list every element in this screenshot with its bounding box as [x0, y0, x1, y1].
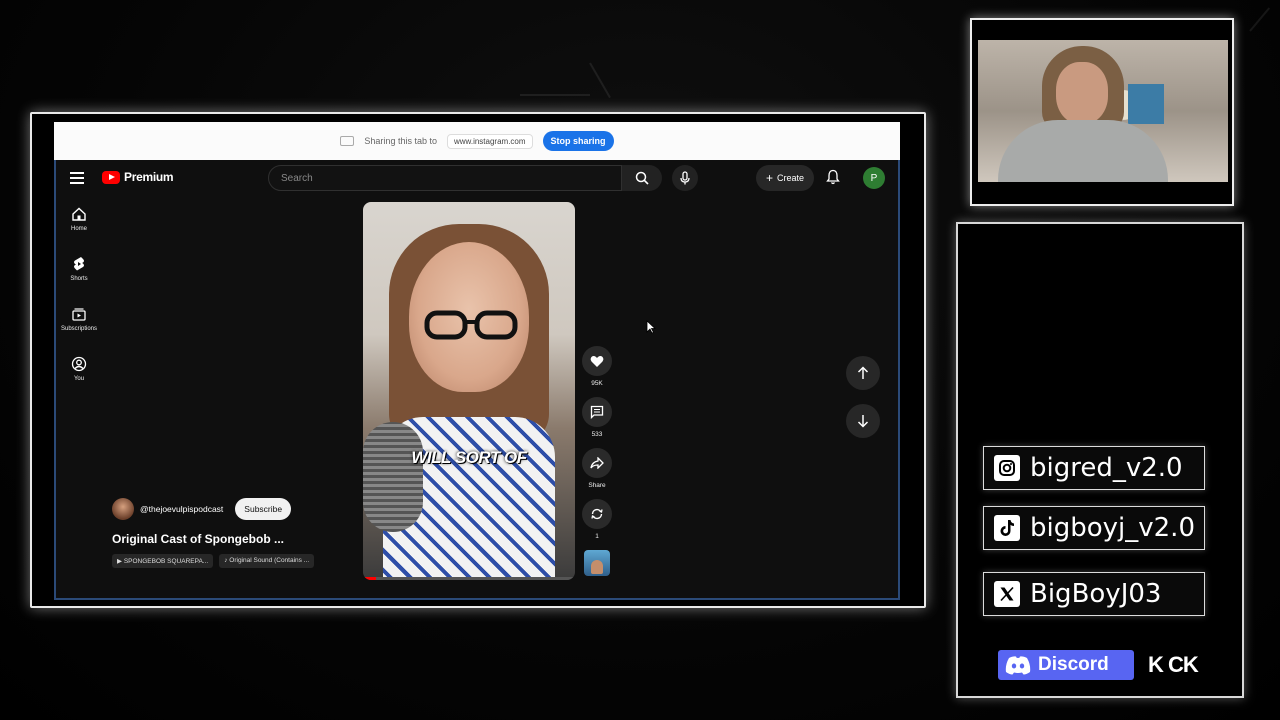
- sidebar-item-subscriptions[interactable]: Subscriptions: [56, 306, 102, 356]
- like-button[interactable]: [582, 346, 612, 376]
- sidebar-item-home[interactable]: Home: [56, 206, 102, 256]
- youtube-logo[interactable]: Premium: [102, 170, 174, 184]
- video-chips: ▶ SPONGEBOB SQUAREPA... ♪ Original Sound…: [112, 554, 315, 568]
- comment-icon: [590, 405, 604, 419]
- tiktok-icon: [994, 515, 1020, 541]
- comment-count: 533: [591, 431, 603, 438]
- account-avatar[interactable]: P: [863, 167, 885, 189]
- sidebar-item-shorts[interactable]: Shorts: [56, 256, 102, 306]
- arrow-down-icon: [857, 415, 869, 428]
- stop-sharing-button[interactable]: Stop sharing: [542, 131, 614, 151]
- create-label: Create: [777, 173, 805, 183]
- sound-thumbnail[interactable]: [584, 550, 610, 576]
- discord-icon: [1005, 656, 1031, 675]
- share-label: Share: [588, 482, 606, 489]
- instagram-handle-box: bigred_v2.0: [983, 446, 1205, 490]
- search-input[interactable]: Search: [268, 165, 622, 191]
- shorts-video-player[interactable]: WILL SORT OF: [363, 202, 575, 580]
- discord-label: Discord: [1038, 654, 1109, 675]
- search-icon: [635, 171, 649, 185]
- sidebar-item-you[interactable]: You: [56, 356, 102, 406]
- sidebar-item-label: Home: [70, 226, 87, 232]
- screen-share-icon: [340, 136, 355, 146]
- hamburger-menu-icon[interactable]: [70, 172, 84, 184]
- remix-count: 1: [595, 533, 599, 540]
- decor-line: [589, 62, 611, 99]
- sidebar-item-label: Shorts: [70, 276, 88, 282]
- tab-sharing-bar: Sharing this tab to www.instagram.com St…: [54, 122, 900, 160]
- masthead: Premium Search + Create P: [56, 160, 898, 196]
- arrow-up-icon: [857, 366, 869, 379]
- sidebar-item-label: You: [73, 376, 85, 382]
- share-button[interactable]: [582, 448, 612, 478]
- plus-icon: +: [766, 171, 774, 185]
- decor-line: [1249, 7, 1271, 32]
- next-short-button[interactable]: [846, 404, 880, 438]
- sharing-url: www.instagram.com: [446, 133, 533, 149]
- bell-icon: [826, 169, 840, 185]
- webcam-frame: [970, 18, 1234, 206]
- search-placeholder: Search: [281, 172, 313, 184]
- channel-name[interactable]: @thejoevulpispodcast: [140, 504, 223, 514]
- webcam-screen: [1128, 84, 1164, 124]
- playlist-chip-label: SPONGEBOB SQUAREPA...: [123, 558, 209, 565]
- instagram-handle: bigred_v2.0: [1030, 453, 1183, 483]
- mini-guide: Home Shorts Subscriptions You: [56, 206, 102, 406]
- sound-chip-label: Original Sound (Contains ...: [229, 557, 310, 564]
- channel-avatar[interactable]: [112, 498, 134, 520]
- heart-icon: [590, 355, 604, 367]
- youtube-page: Premium Search + Create P Home Shorts Su…: [54, 160, 900, 600]
- channel-info: @thejoevulpispodcast Subscribe: [112, 498, 292, 520]
- like-count: 95K: [591, 380, 603, 387]
- x-handle-box: BigBoyJ03: [983, 572, 1205, 616]
- video-title[interactable]: Original Cast of Spongebob ...: [112, 532, 284, 546]
- notifications-button[interactable]: [826, 169, 840, 190]
- playlist-chip[interactable]: ▶ SPONGEBOB SQUAREPA...: [112, 554, 214, 568]
- microphone-icon: [680, 171, 690, 185]
- remix-icon: [591, 508, 603, 520]
- video-progress-fill: [363, 577, 376, 580]
- subscriptions-icon: [72, 308, 86, 321]
- video-progress-bar[interactable]: [363, 577, 575, 580]
- tiktok-handle: bigboyj_v2.0: [1030, 513, 1195, 543]
- play-icon: ▶: [117, 558, 124, 565]
- comments-button[interactable]: [582, 397, 612, 427]
- webcam-person-face: [1056, 62, 1108, 124]
- remix-button[interactable]: [582, 499, 612, 529]
- logo-text: Premium: [124, 170, 174, 184]
- decor-line: [520, 94, 590, 96]
- x-logo-icon: [994, 581, 1020, 607]
- sharing-text: Sharing this tab to: [364, 136, 437, 146]
- subscribe-button[interactable]: Subscribe: [235, 498, 292, 520]
- video-frame-glasses: [424, 310, 518, 340]
- sidebar-item-label: Subscriptions: [60, 326, 98, 332]
- voice-search-button[interactable]: [672, 165, 698, 191]
- you-icon: [71, 356, 87, 372]
- youtube-play-icon: [102, 170, 120, 184]
- stream-overlay: Sharing this tab to www.instagram.com St…: [0, 0, 1280, 720]
- instagram-icon: [994, 455, 1020, 481]
- search-button[interactable]: [622, 165, 662, 191]
- screen-capture-frame: Sharing this tab to www.instagram.com St…: [30, 112, 926, 608]
- sound-thumbnail-face: [591, 560, 603, 574]
- shorts-icon: [74, 257, 84, 271]
- kick-logo: K CK: [1148, 652, 1199, 677]
- shorts-actions: 95K 533 Share 1: [582, 346, 612, 576]
- video-caption: WILL SORT OF: [411, 448, 527, 467]
- x-handle: BigBoyJ03: [1030, 579, 1162, 609]
- webcam-person-body: [998, 120, 1168, 182]
- share-icon: [590, 457, 604, 469]
- discord-badge: Discord: [998, 650, 1134, 680]
- webcam-feed: [978, 40, 1228, 182]
- home-icon: [72, 207, 86, 221]
- mouse-cursor-icon: [646, 320, 656, 334]
- tiktok-handle-box: bigboyj_v2.0: [983, 506, 1205, 550]
- previous-short-button[interactable]: [846, 356, 880, 390]
- sound-chip[interactable]: ♪ Original Sound (Contains ...: [219, 554, 315, 568]
- create-button[interactable]: + Create: [756, 165, 815, 191]
- video-frame-microphone: [363, 422, 423, 532]
